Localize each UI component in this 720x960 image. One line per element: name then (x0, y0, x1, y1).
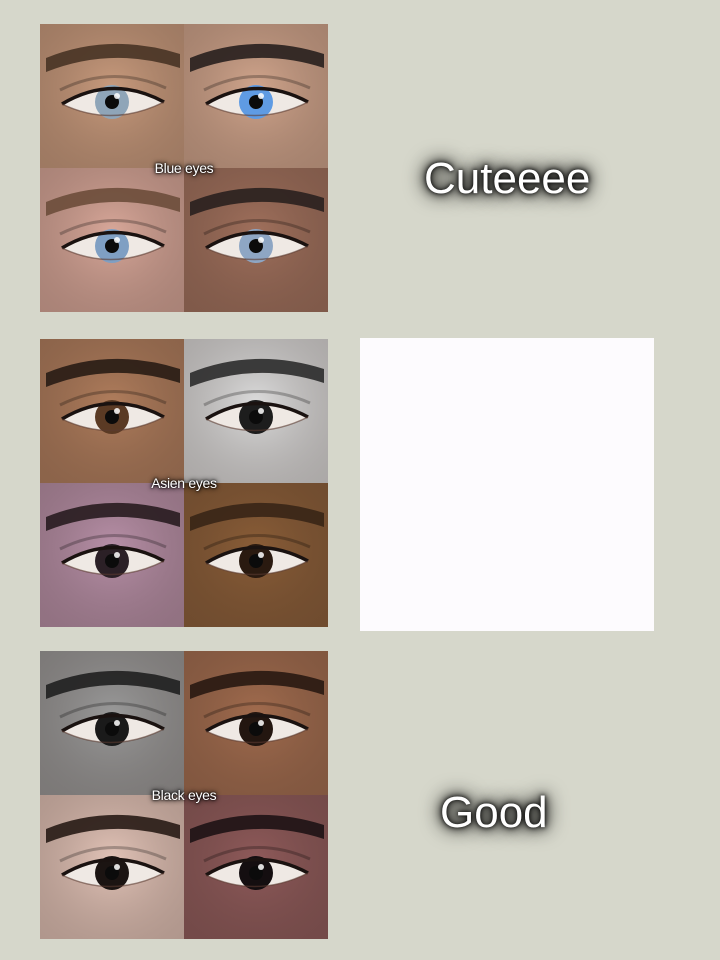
verdict-caption: Good (440, 788, 548, 837)
eye-photo (184, 24, 328, 168)
eye-photo (40, 168, 184, 312)
eye-photo (40, 24, 184, 168)
eye-photo (40, 795, 184, 939)
black-eyes-collage: Black eyes (40, 651, 328, 939)
eye-photo (184, 168, 328, 312)
eye-photo (184, 795, 328, 939)
eye-photo (184, 483, 328, 627)
eye-photo (184, 651, 328, 795)
blue-eyes-collage: Blue eyes (40, 24, 328, 312)
eye-photo (184, 339, 328, 483)
blank-rating-card (360, 338, 654, 631)
verdict-caption: Cuteeee (424, 154, 591, 203)
eye-photo (40, 483, 184, 627)
eye-photo (40, 651, 184, 795)
asian-eyes-collage: Asien eyes (40, 339, 328, 627)
eye-photo (40, 339, 184, 483)
